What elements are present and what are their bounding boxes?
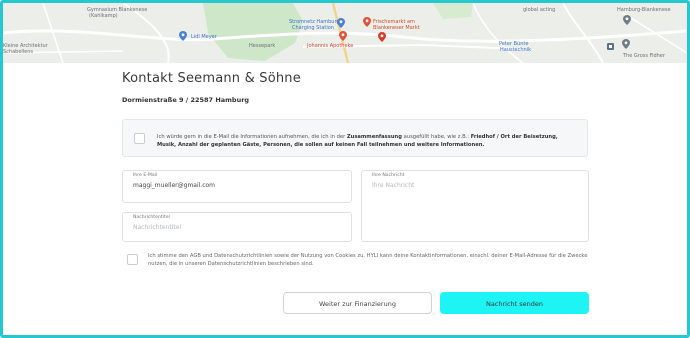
message-field[interactable]: Ihre Nachricht Ihre Nachricht (361, 170, 589, 242)
continue-financing-button[interactable]: Weiter zur Finanzierung (283, 292, 432, 314)
page-title: Kontakt Seemann & Söhne (122, 71, 301, 86)
map-pin-apotheke-icon[interactable] (339, 31, 347, 41)
email-field-value: maggi_mueller@gmail.com (133, 182, 216, 189)
consent-text-bold1: Zusammenfassung (346, 134, 402, 140)
map-label-global: global acting (523, 7, 556, 13)
address: Dormienstraße 9 / 22587 Hamburg (122, 96, 250, 104)
terms-text: Ich stimme den AGB und Datenschutzrichtl… (148, 253, 588, 267)
map-pin-lidl-icon[interactable] (179, 31, 187, 41)
map-label-lidl: Lidl Meyer (191, 34, 217, 40)
map-poi-square-icon (607, 43, 614, 50)
message-field-placeholder: Ihre Nachricht (372, 182, 415, 189)
map-pin-hamburg-icon[interactable] (623, 15, 631, 25)
consent-text-part1: Ich würde gern in die E-Mail die Informa… (157, 134, 347, 140)
map-label-gymnasium-sub: (Kahlkamp) (89, 13, 118, 19)
email-field[interactable]: Ihre E-Mail maggi_mueller@gmail.com (122, 170, 352, 203)
page-frame: Gymnasium Blankenese (Kahlkamp) Kleine A… (0, 0, 690, 338)
consent-text-part2: ausgefüllt habe, wie z.B.: (401, 134, 471, 140)
map-pin-charging-icon[interactable] (337, 18, 345, 28)
email-field-label: Ihre E-Mail (133, 173, 158, 178)
send-message-button[interactable]: Nachricht senden (440, 292, 589, 314)
map-pin-gross-icon[interactable] (622, 39, 630, 49)
summary-consent-box: Ich würde gern in die E-Mail die Informa… (122, 119, 588, 157)
map-label-apotheke: Johannis Apotheke (307, 43, 354, 49)
map-label-gross: The Gross Fidher (623, 53, 665, 59)
summary-consent-checkbox[interactable] (134, 133, 145, 144)
map-label-charging-sub: Charging Station (292, 25, 334, 31)
subject-field[interactable]: Nachrichtentitel Nachrichtentitel (122, 212, 352, 242)
map-label-hessepark: Hessepark (249, 43, 276, 49)
map-pin-main-icon[interactable] (378, 32, 386, 42)
subject-field-label: Nachrichtentitel (133, 215, 170, 220)
location-map[interactable]: Gymnasium Blankenese (Kahlkamp) Kleine A… (3, 3, 687, 63)
map-label-left-bottom: Schabellens (3, 49, 34, 55)
subject-field-placeholder: Nachrichtentitel (133, 224, 182, 231)
map-label-hamburg: Hamburg-Blankenese (617, 7, 671, 13)
map-label-peter-sub: Haustechnik (500, 47, 532, 53)
map-label-markt-sub: Blankeneser Markt (373, 25, 420, 31)
summary-consent-text: Ich würde gern in die E-Mail die Informa… (157, 133, 577, 149)
map-pin-markt-icon[interactable] (363, 17, 371, 27)
message-field-label: Ihre Nachricht (372, 173, 405, 178)
terms-checkbox[interactable] (127, 254, 138, 265)
